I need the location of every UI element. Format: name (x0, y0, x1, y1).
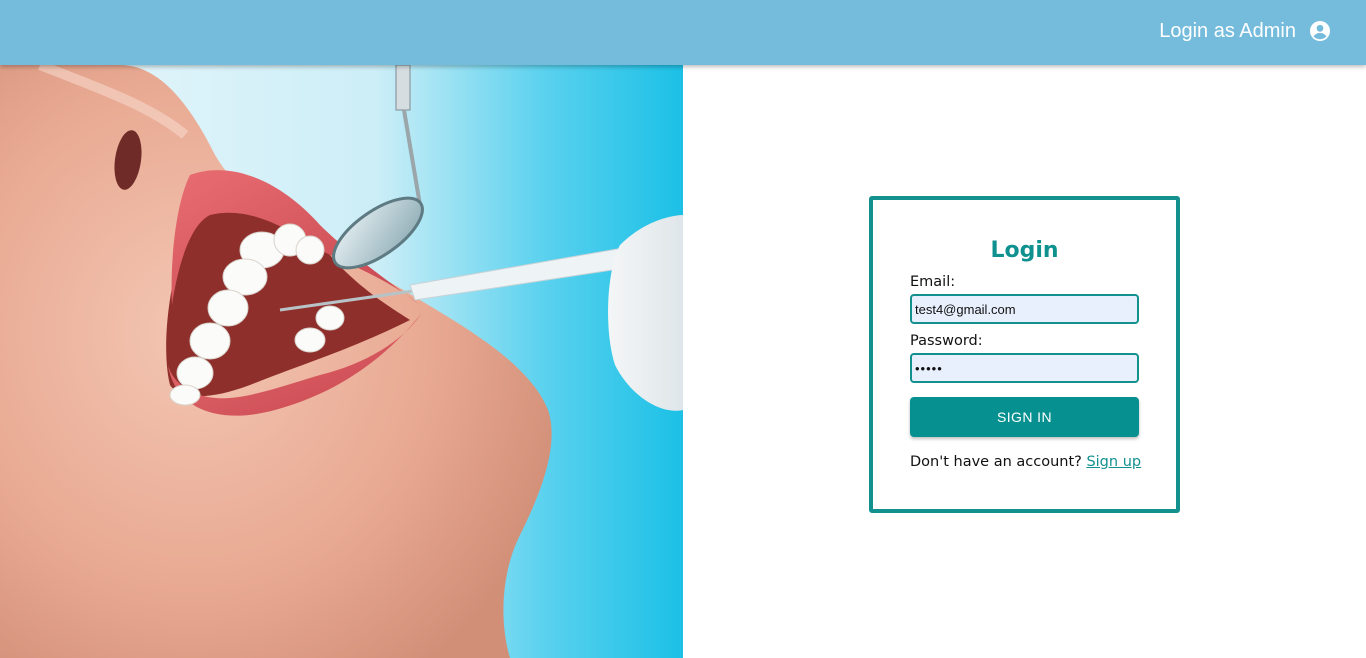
password-field[interactable] (910, 353, 1139, 383)
email-label: Email: (910, 274, 956, 290)
signup-prompt: Don't have an account? (910, 454, 1082, 470)
signup-row: Don't have an account? Sign up (910, 454, 1141, 470)
dental-illustration (0, 65, 683, 658)
password-label: Password: (910, 333, 983, 349)
login-title: Login (990, 238, 1059, 263)
dental-hero-image (0, 65, 683, 658)
login-card: Login Email: Password: SIGN IN Don't hav… (869, 196, 1180, 513)
email-field[interactable] (910, 294, 1139, 324)
sign-up-link[interactable]: Sign up (1086, 454, 1141, 470)
account-circle-icon (1308, 19, 1332, 43)
app-bar: Login as Admin (0, 0, 1366, 65)
login-as-admin-link[interactable]: Login as Admin (1159, 19, 1332, 43)
login-as-admin-label: Login as Admin (1159, 19, 1296, 42)
sign-in-button[interactable]: SIGN IN (910, 397, 1139, 437)
